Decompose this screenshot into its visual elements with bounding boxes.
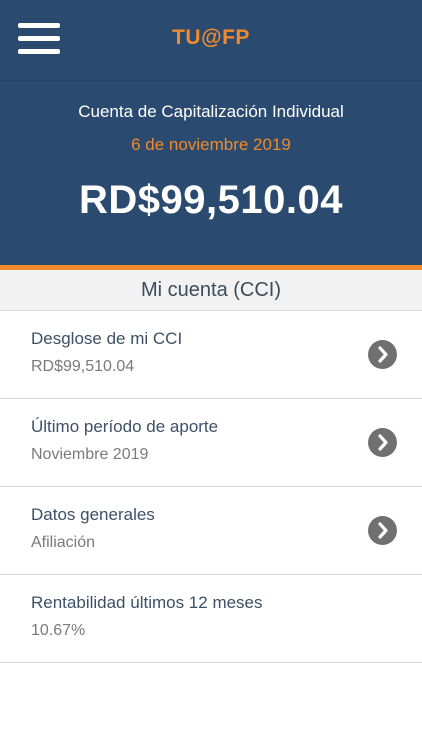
list-item-ultimo-aporte[interactable]: Último período de aporte Noviembre 2019: [0, 399, 422, 487]
list-item-value: Afiliación: [31, 534, 96, 551]
list-item-title: Desglose de mi CCI: [31, 329, 183, 348]
account-list: Desglose de mi CCI RD$99,510.04 Último p…: [0, 311, 422, 663]
account-balance: RD$99,510.04: [79, 178, 343, 222]
app-title: TU@FP: [172, 26, 250, 49]
top-bar: TU@FP: [0, 0, 422, 81]
list-item-value: 10.67%: [31, 622, 86, 639]
list-item-title: Datos generales: [31, 505, 155, 524]
section-title: Mi cuenta (CCI): [0, 270, 422, 311]
list-item-datos-generales[interactable]: Datos generales Afiliación: [0, 487, 422, 575]
account-type-label: Cuenta de Capitalización Individual: [78, 102, 344, 121]
chevron-right-circle-icon[interactable]: [368, 340, 397, 369]
list-item-desglose[interactable]: Desglose de mi CCI RD$99,510.04: [0, 311, 422, 399]
list-item-value: RD$99,510.04: [31, 358, 135, 375]
chevron-right-circle-icon[interactable]: [368, 516, 397, 545]
account-header: TU@FP Cuenta de Capitalización Individua…: [0, 0, 422, 266]
list-item-value: Noviembre 2019: [31, 446, 149, 463]
chevron-right-circle-icon[interactable]: [368, 428, 397, 457]
list-item-title: Rentabilidad últimos 12 meses: [31, 593, 263, 612]
list-item-rentabilidad: Rentabilidad últimos 12 meses 10.67%: [0, 575, 422, 663]
list-item-title: Último período de aporte: [31, 417, 219, 436]
account-date: 6 de noviembre 2019: [131, 135, 291, 154]
